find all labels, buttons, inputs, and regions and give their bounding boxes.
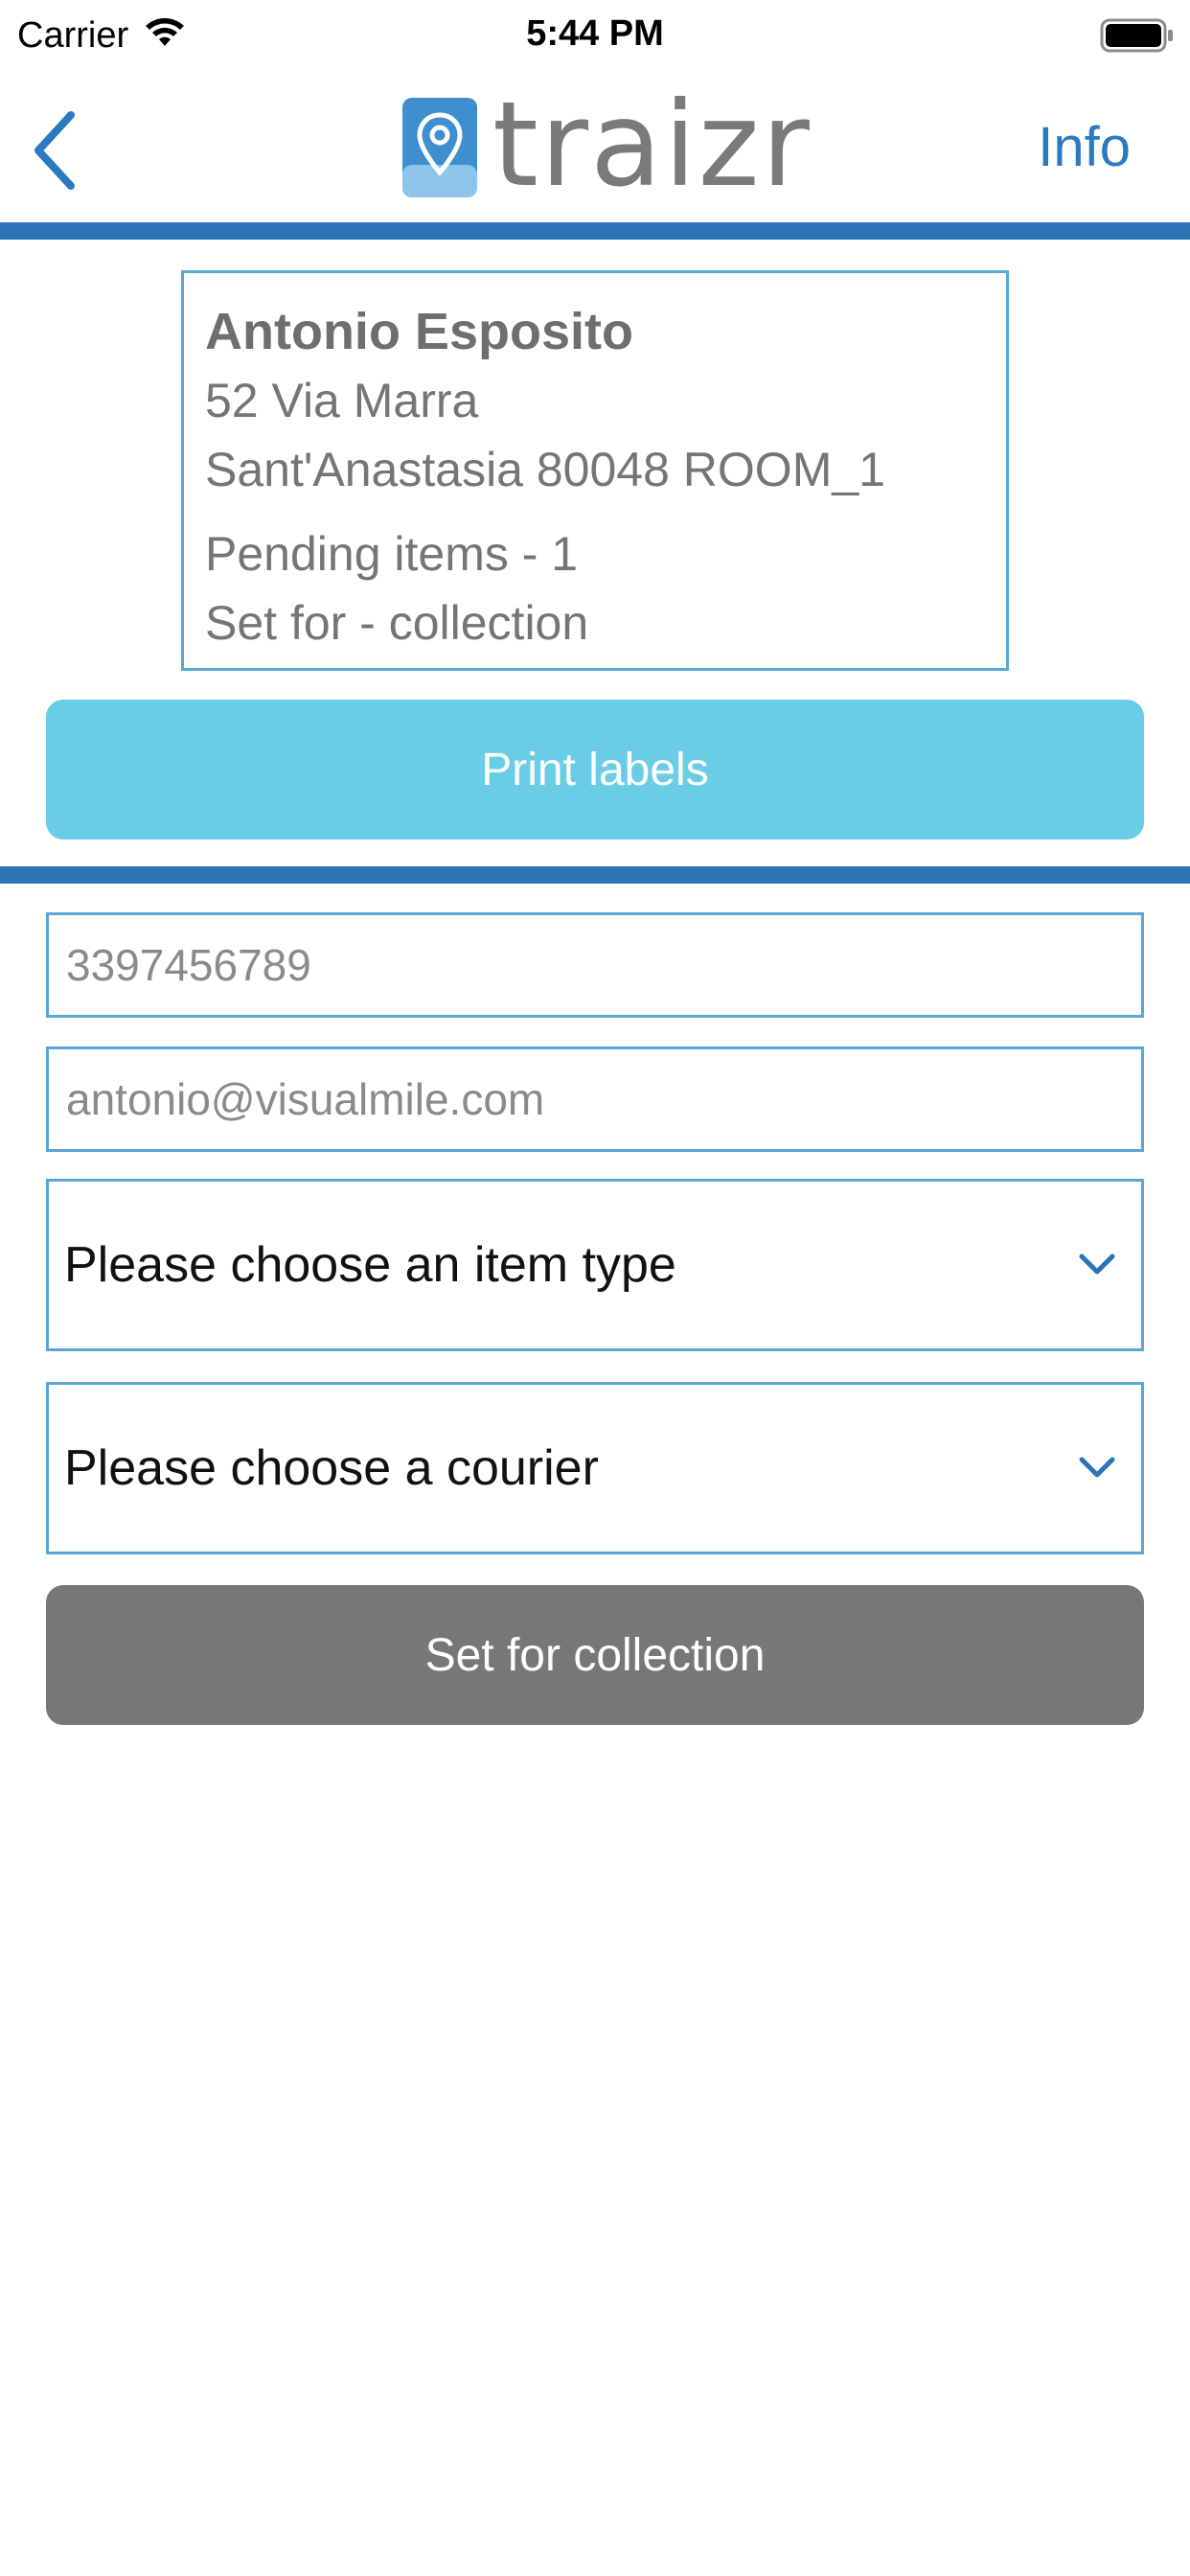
customer-name: Antonio Esposito: [205, 303, 633, 360]
item-type-select[interactable]: Please choose an item type: [46, 1179, 1144, 1351]
back-chevron-icon[interactable]: [29, 109, 82, 192]
email-field[interactable]: [46, 1046, 1144, 1152]
courier-select[interactable]: Please choose a courier: [46, 1382, 1144, 1554]
phone-input[interactable]: [49, 915, 1141, 1015]
section-divider: [0, 866, 1190, 884]
location-pin-icon: [402, 98, 477, 197]
set-for-status: Set for - collection: [205, 596, 589, 650]
email-input[interactable]: [49, 1049, 1141, 1149]
traizr-logo: traizr: [400, 86, 810, 205]
customer-city-line: Sant'Anastasia 80048 ROOM_1: [205, 443, 885, 496]
customer-street: 52 Via Marra: [205, 374, 479, 427]
courier-label: Please choose a courier: [64, 1440, 599, 1496]
phone-field[interactable]: [46, 912, 1144, 1018]
pending-items: Pending items - 1: [205, 527, 579, 581]
navigation-bar: traizr Info: [0, 75, 1190, 222]
logo-wordmark: traizr: [492, 77, 812, 213]
status-bar: Carrier 5:44 PM: [0, 0, 1190, 75]
item-type-label: Please choose an item type: [64, 1237, 676, 1293]
customer-card: Antonio Esposito 52 Via Marra Sant'Anast…: [181, 270, 1009, 671]
battery-icon: [1100, 18, 1173, 53]
chevron-down-icon: [1079, 1457, 1115, 1478]
set-for-collection-button[interactable]: Set for collection: [46, 1585, 1144, 1725]
status-time: 5:44 PM: [526, 13, 664, 54]
info-button[interactable]: Info: [1038, 115, 1131, 179]
print-labels-button[interactable]: Print labels: [46, 700, 1144, 840]
header-divider: [0, 222, 1190, 240]
chevron-down-icon: [1079, 1254, 1115, 1275]
